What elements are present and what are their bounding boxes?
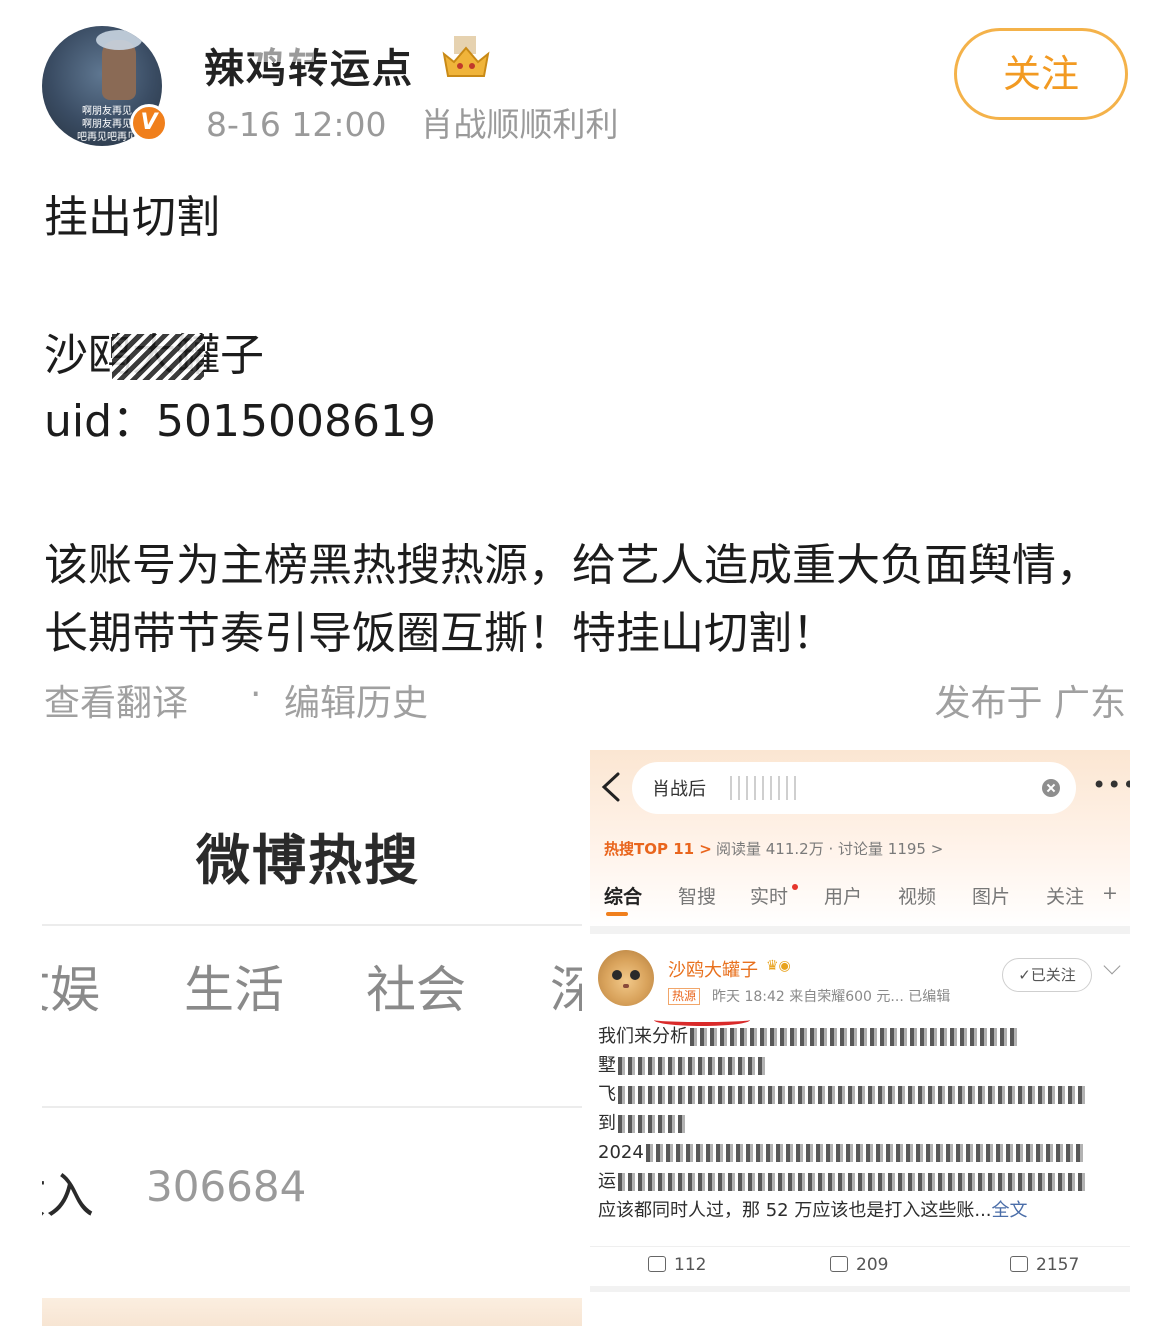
poster-name[interactable]: 沙鸥大罐子 xyxy=(668,956,758,982)
read-more-link[interactable]: 全文 xyxy=(992,1200,1028,1221)
back-arrow-icon[interactable] xyxy=(598,770,624,804)
body-line: 飞 xyxy=(598,1080,1122,1109)
more-icon[interactable]: ••• xyxy=(1092,773,1130,797)
active-tab-indicator xyxy=(606,912,628,916)
clear-icon[interactable] xyxy=(1042,779,1060,797)
redaction xyxy=(618,1173,1088,1191)
body-line: 到 xyxy=(598,1109,1122,1138)
tab-realtime[interactable]: 实时 xyxy=(750,882,788,909)
hot-search-word: 收入 xyxy=(42,1168,95,1224)
tab-users[interactable]: 用户 xyxy=(824,882,862,909)
redaction xyxy=(690,1028,1020,1046)
hot-search-item[interactable]: 收入 306684 xyxy=(42,1156,582,1226)
comment-icon xyxy=(830,1256,848,1272)
member-crown-icon: ♛◉ xyxy=(766,958,791,974)
post-location: 发布于 广东 xyxy=(934,683,1126,724)
edit-history-link[interactable]: 编辑历史 xyxy=(284,674,428,726)
poster-avatar[interactable] xyxy=(598,950,654,1006)
redaction xyxy=(618,1086,1088,1104)
redaction xyxy=(618,1057,768,1075)
like-button[interactable]: 2157 xyxy=(1010,1255,1079,1275)
footer-separator: · xyxy=(250,674,262,715)
author-name[interactable]: 辣鸡转运点 xyxy=(204,36,414,94)
post-footer: 查看翻译 · 编辑历史 发布于 广东 xyxy=(44,674,1126,724)
post-line-3: uid：5015008619 xyxy=(44,396,436,447)
body-line: 应该都同时人过，那 52 万应该也是打入这些账...全文 xyxy=(598,1200,1028,1221)
body-line: 2024 xyxy=(598,1138,1122,1167)
followed-button[interactable]: ✓已关注 xyxy=(1002,958,1092,992)
redaction xyxy=(645,1144,1086,1162)
read-stats[interactable]: 阅读量 411.2万 · 讨论量 1195 > xyxy=(716,838,943,859)
like-icon xyxy=(1010,1256,1028,1272)
query-redaction xyxy=(724,776,798,800)
post-meta: 8-16 12:00 肖战顺顺利利 xyxy=(206,98,619,146)
hot-source-tag: 热源 xyxy=(668,988,701,1005)
verified-badge-icon: V xyxy=(130,104,168,142)
divider xyxy=(42,924,582,926)
body-line: 运 xyxy=(598,1167,1122,1196)
hot-rank-badge[interactable]: 热搜TOP 11 > xyxy=(604,838,712,859)
hot-search-title: 微博热搜 xyxy=(196,829,420,892)
post-time: 8-16 12:00 xyxy=(206,105,387,144)
tab-comprehensive[interactable]: 综合 xyxy=(604,882,642,909)
divider xyxy=(42,1106,582,1108)
chevron-down-icon[interactable] xyxy=(1103,957,1121,975)
avatar-figure xyxy=(96,30,142,100)
new-dot-icon xyxy=(792,884,798,890)
add-tab-icon[interactable]: + xyxy=(1102,882,1118,904)
tab-more[interactable]: 深 xyxy=(550,950,582,1022)
tab-society[interactable]: 社会 xyxy=(366,950,466,1022)
body-line: 墅 xyxy=(598,1051,1122,1080)
hot-search-count: 306684 xyxy=(146,1162,307,1211)
tab-smart-search[interactable]: 智搜 xyxy=(678,882,716,909)
tab-videos[interactable]: 视频 xyxy=(898,882,936,909)
follow-button[interactable]: 关注 xyxy=(954,28,1128,120)
text-redaction xyxy=(112,334,204,380)
tab-life[interactable]: 生活 xyxy=(184,950,284,1022)
post-source[interactable]: 肖战顺顺利利 xyxy=(421,105,619,144)
search-tabs: 综合 智搜 实时 用户 视频 图片 关注 + xyxy=(590,882,1130,922)
divider xyxy=(590,1286,1130,1292)
post-actions: 112 209 2157 xyxy=(590,1246,1130,1286)
search-query: 肖战后 xyxy=(652,779,706,800)
divider xyxy=(590,926,1130,934)
search-result-screenshot: 肖战后 ••• 热搜TOP 11 > 阅读量 411.2万 · 讨论量 1195… xyxy=(590,750,1130,1326)
translate-link[interactable]: 查看翻译 xyxy=(44,674,188,726)
share-button[interactable]: 112 xyxy=(648,1255,706,1275)
post-line-1: 挂出切割 xyxy=(44,192,220,243)
name-redaction xyxy=(254,48,314,62)
post-line-4: 该账号为主榜黑热搜热源，给艺人造成重大负面舆情，长期带节奏引导饭圈互撕！特挂山切… xyxy=(44,540,1100,659)
share-icon xyxy=(648,1256,666,1272)
body-line: 我们来分析 xyxy=(598,1022,1122,1051)
tab-images[interactable]: 图片 xyxy=(972,882,1010,909)
hot-search-tabs: 文娱 生活 社会 深 xyxy=(42,950,582,1030)
comment-button[interactable]: 209 xyxy=(830,1255,888,1275)
redaction xyxy=(618,1115,688,1133)
poster-body: 我们来分析 墅 飞 到 2024 运 应该都同时人过，那 52 万应该也是打入这… xyxy=(598,1022,1122,1225)
tab-following[interactable]: 关注 xyxy=(1046,882,1084,909)
poster-meta: 昨天 18:42 来自荣耀600 元... 已编辑 xyxy=(712,989,951,1005)
tab-entertainment[interactable]: 文娱 xyxy=(42,950,100,1022)
search-input[interactable]: 肖战后 xyxy=(632,762,1076,814)
crown-icon xyxy=(442,36,490,77)
hot-search-banner xyxy=(42,1298,582,1326)
